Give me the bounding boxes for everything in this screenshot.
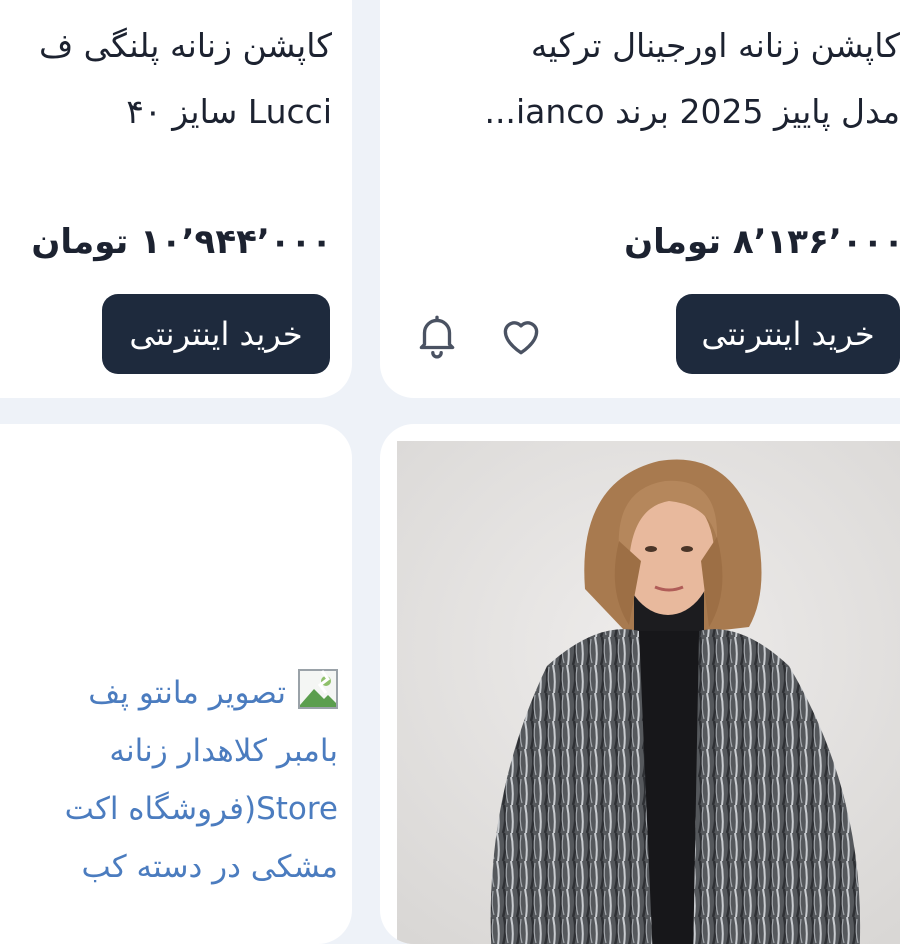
product-card[interactable] [380,424,900,944]
product-price: ۱۰٬۹۴۴٬۰۰۰ تومان [31,222,332,262]
product-card[interactable]: کاپشن زنانه اورجینال ترکیه مدل پاییز 202… [380,0,900,398]
product-title-line2[interactable]: Lucci سایز ۴۰ [126,79,332,145]
buy-online-button[interactable]: خرید اینترنتی [102,294,330,374]
bell-icon[interactable] [412,310,462,360]
product-card[interactable]: تصویر مانتو پف بامبر کلاهدار زنانه Store… [0,424,352,944]
alt-line: تصویر مانتو پف [88,675,286,711]
product-image[interactable] [397,441,900,944]
product-title[interactable]: کاپشن زنانه پلنگی ف [39,13,332,79]
product-title[interactable]: کاپشن زنانه اورجینال ترکیه [531,13,900,79]
product-price: ۸٬۱۳۶٬۰۰۰ تومان [624,222,900,262]
alt-line: مشکی در دسته کب [81,849,338,885]
alt-line: Store(فروشگاه اکت [64,791,338,827]
product-card[interactable]: کاپشن زنانه پلنگی ف Lucci سایز ۴۰ ۱۰٬۹۴۴… [0,0,352,398]
image-alt-text[interactable]: تصویر مانتو پف بامبر کلاهدار زنانه Store… [0,664,338,896]
broken-image-icon [298,669,338,709]
product-title-line2[interactable]: مدل پاییز 2025 برند ianco... [484,79,900,145]
heart-icon[interactable] [496,310,546,360]
alt-line: بامبر کلاهدار زنانه [109,733,338,769]
buy-online-button[interactable]: خرید اینترنتی [676,294,900,374]
